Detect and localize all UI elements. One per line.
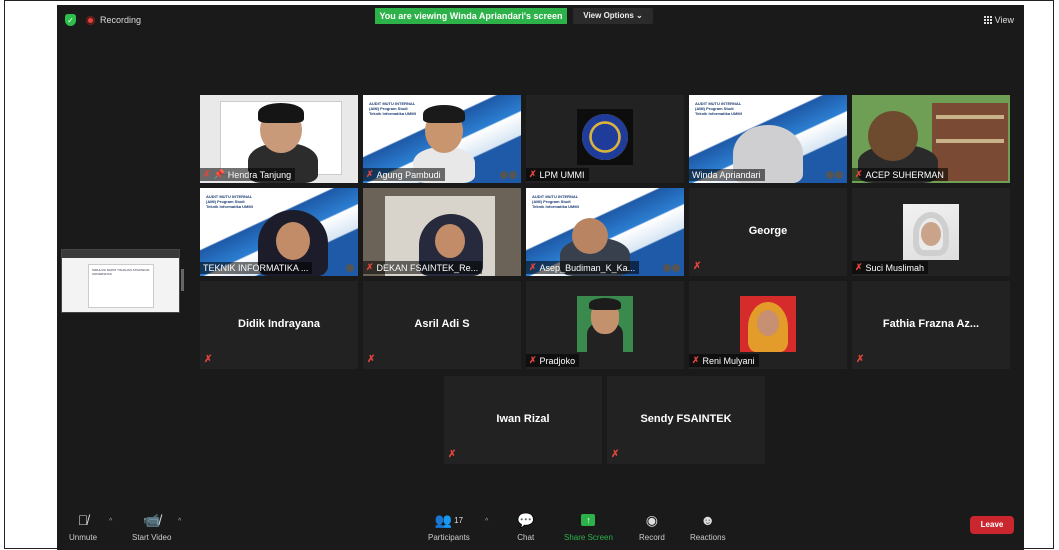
video-tile-acep-active-speaker[interactable]: ✗ ACEP SUHERMAN bbox=[852, 95, 1010, 183]
reactions-icon: ☻ bbox=[700, 512, 716, 528]
participants-icon: 👥 bbox=[434, 511, 453, 528]
participants-button[interactable]: 👥 17 Participants bbox=[428, 511, 470, 543]
recording-indicator[interactable]: Recording bbox=[86, 15, 141, 25]
audio-options-caret-icon[interactable]: ^ bbox=[109, 518, 112, 525]
muted-mic-icon: ✗ bbox=[855, 262, 863, 272]
slide-text: AUDIT MUTU INTERNAL (AMI) Program Studi … bbox=[206, 194, 253, 209]
chat-icon: 💬 bbox=[517, 511, 535, 528]
recording-label: Recording bbox=[100, 15, 142, 25]
view-button[interactable]: View bbox=[983, 15, 1014, 25]
muted-mic-icon: ✗ bbox=[448, 449, 457, 460]
pin-icon: 📌 bbox=[213, 169, 225, 179]
view-label: View bbox=[994, 15, 1014, 25]
video-tile-iwan[interactable]: Iwan Rizal ✗ bbox=[444, 376, 602, 464]
video-tile-reni[interactable]: ✗ Reni Mulyani bbox=[689, 281, 847, 369]
video-tile-sendy[interactable]: Sendy FSAINTEK ✗ bbox=[607, 376, 765, 464]
video-tile-george[interactable]: George ✗ bbox=[689, 188, 847, 276]
participant-name-tag: ✗ Suci Muslimah bbox=[852, 261, 929, 274]
participant-count: 17 bbox=[454, 515, 464, 525]
chat-button[interactable]: 💬 Chat bbox=[517, 511, 535, 543]
share-screen-button[interactable]: ↑ Share Screen bbox=[564, 511, 613, 542]
screen-share-banner: You are viewing Winda Apriandari's scree… bbox=[375, 8, 567, 24]
video-off-icon: 📹̸ bbox=[143, 511, 161, 528]
unmute-button[interactable]: 🎙̸ Unmute bbox=[69, 511, 97, 542]
participant-display-name: George bbox=[748, 225, 788, 237]
screenshot-frame: ✓ Recording You are viewing Winda Aprian… bbox=[4, 0, 1054, 550]
video-tile-lpm-ummi[interactable]: ✗ LPM UMMI bbox=[526, 95, 684, 183]
participant-name-tag: Winda Apriandari bbox=[689, 169, 765, 181]
thumbnail-resize-handle[interactable] bbox=[181, 269, 184, 291]
muted-mic-icon: ✗ bbox=[366, 262, 374, 272]
muted-mic-icon: ✗ bbox=[366, 169, 374, 179]
video-options-caret-icon[interactable]: ^ bbox=[178, 518, 181, 525]
participant-name-tag: ✗ ACEP SUHERMAN bbox=[852, 168, 948, 181]
participant-name-tag: ✗ LPM UMMI bbox=[526, 168, 589, 181]
video-tile-asep[interactable]: AUDIT MUTU INTERNAL (AMI) Program Studi … bbox=[526, 188, 684, 276]
participant-name-tag: ✗ DEKAN FSAINTEK_Re... bbox=[363, 261, 483, 274]
muted-mic-icon: ✗ bbox=[204, 354, 213, 365]
mic-muted-icon: 🎙̸ bbox=[77, 512, 89, 528]
video-tile-asril[interactable]: Asril Adi S ✗ bbox=[363, 281, 521, 369]
participant-display-name: Fathia Frazna Az... bbox=[882, 318, 980, 330]
video-tile-pradjoko[interactable]: ✗ Pradjoko bbox=[526, 281, 684, 369]
muted-mic-icon: ✗ bbox=[611, 449, 620, 460]
video-tile-agung[interactable]: AUDIT MUTU INTERNAL (AMI) Program Studi … bbox=[363, 95, 521, 183]
muted-mic-icon: ✗ bbox=[367, 354, 376, 365]
slide-text: AUDIT MUTU INTERNAL (AMI) Program Studi … bbox=[369, 101, 416, 116]
participant-display-name: Didik Indrayana bbox=[238, 318, 320, 330]
profile-photo bbox=[577, 296, 633, 352]
view-options-button[interactable]: View Options ⌄ bbox=[573, 8, 653, 24]
video-tile-winda[interactable]: AUDIT MUTU INTERNAL (AMI) Program Studi … bbox=[689, 95, 847, 183]
shield-icon[interactable]: ✓ bbox=[65, 14, 76, 26]
profile-photo bbox=[903, 204, 959, 260]
zoom-meeting-window: ✓ Recording You are viewing Winda Aprian… bbox=[57, 5, 1024, 550]
muted-mic-icon: ✗ bbox=[203, 169, 211, 179]
video-tile-hendra[interactable]: ✗ 📌 Hendra Tanjung bbox=[200, 95, 358, 183]
participants-caret-icon[interactable]: ^ bbox=[485, 518, 488, 525]
recording-dot-icon bbox=[86, 15, 95, 25]
video-tile-didik[interactable]: Didik Indrayana ✗ bbox=[200, 281, 358, 369]
video-tile-dekan-fsaintek[interactable]: ✗ DEKAN FSAINTEK_Re... bbox=[363, 188, 521, 276]
record-button[interactable]: ◉ Record bbox=[639, 511, 665, 543]
video-tile-suci[interactable]: ✗ Suci Muslimah bbox=[852, 188, 1010, 276]
top-status-bar: ✓ Recording bbox=[65, 14, 141, 26]
leave-button[interactable]: Leave bbox=[970, 516, 1014, 534]
participant-display-name: Iwan Rizal bbox=[496, 413, 550, 425]
participant-display-name: Asril Adi S bbox=[414, 318, 470, 330]
participant-name-tag: ✗ Agung Pambudi bbox=[363, 168, 445, 181]
slide-text: AUDIT MUTU INTERNAL (AMI) Program Studi … bbox=[532, 194, 579, 209]
muted-mic-icon: ✗ bbox=[693, 261, 702, 272]
slide-text: AUDIT MUTU INTERNAL (AMI) Program Studi … bbox=[695, 101, 742, 116]
start-video-button[interactable]: 📹̸ Start Video bbox=[132, 511, 171, 543]
meeting-controls-toolbar: 🎙̸ Unmute ^ 📹̸ Start Video ^ 👥 17 Partici… bbox=[57, 502, 1024, 550]
reactions-button[interactable]: ☻ Reactions bbox=[690, 511, 726, 542]
shared-screen-thumbnail[interactable]: SIMULASI RAPAT TINJAUAN STRATEGIS UNIVER… bbox=[61, 249, 180, 313]
participant-name-tag: ✗ Reni Mulyani bbox=[689, 354, 759, 367]
video-tile-teknik-informatika[interactable]: AUDIT MUTU INTERNAL (AMI) Program Studi … bbox=[200, 188, 358, 276]
profile-photo bbox=[740, 296, 796, 352]
muted-mic-icon: ✗ bbox=[856, 354, 865, 365]
muted-mic-icon: ✗ bbox=[855, 169, 863, 179]
mini-slide-text: SIMULASI RAPAT TINJAUAN STRATEGIS UNIVER… bbox=[88, 264, 154, 308]
muted-mic-icon: ✗ bbox=[529, 169, 537, 179]
participant-name-tag: ✗ 📌 Hendra Tanjung bbox=[200, 168, 296, 181]
muted-mic-icon: ✗ bbox=[692, 355, 700, 365]
muted-mic-icon: ✗ bbox=[529, 355, 537, 365]
university-logo bbox=[577, 109, 633, 165]
grid-view-icon bbox=[983, 16, 992, 24]
muted-mic-icon: ✗ bbox=[529, 262, 537, 272]
participant-name-tag: ✗ Pradjoko bbox=[526, 354, 580, 367]
video-tile-fathia[interactable]: Fathia Frazna Az... ✗ bbox=[852, 281, 1010, 369]
participant-name-tag: ✗ Asep_Budiman_K_Ka... bbox=[526, 261, 640, 274]
record-icon: ◉ bbox=[645, 511, 658, 528]
share-screen-icon: ↑ bbox=[581, 511, 596, 529]
participant-name-tag: TEKNIK INFORMATIKA ... bbox=[200, 262, 313, 274]
participant-display-name: Sendy FSAINTEK bbox=[640, 413, 732, 425]
